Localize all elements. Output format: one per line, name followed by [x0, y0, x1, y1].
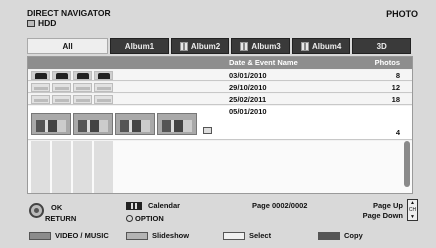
photo-thumbnail — [52, 95, 71, 104]
photo-thumbnail — [31, 83, 50, 92]
green-button-swatch — [126, 231, 148, 240]
button-label: VIDEO / MUSIC — [55, 231, 109, 240]
return-label: RETURN — [45, 214, 77, 223]
photo-thumbnail — [115, 113, 155, 135]
mode-label: PHOTO — [386, 9, 418, 19]
album-icon — [179, 41, 188, 51]
album-icon — [300, 41, 309, 51]
photo-thumbnail — [73, 95, 92, 104]
tab-label: All — [62, 41, 73, 51]
drive-label: HDD — [38, 18, 57, 28]
event-folder-icon — [203, 127, 212, 134]
empty-thumbnail-slots — [28, 141, 118, 193]
button-label: Select — [249, 231, 272, 240]
option-label: OPTION — [135, 214, 164, 223]
empty-list-area — [28, 141, 412, 193]
photo-thumbnail — [157, 113, 197, 135]
list-scrollbar[interactable] — [404, 141, 410, 187]
photo-thumbnail — [73, 71, 92, 80]
hdd-icon — [27, 19, 35, 27]
empty-slot — [31, 141, 50, 193]
button-label: Slideshow — [152, 231, 190, 240]
red-button-swatch — [29, 231, 51, 240]
event-date: 25/02/2011 — [229, 95, 267, 104]
photo-thumbnail — [31, 95, 50, 104]
event-date: 05/01/2010 — [229, 107, 267, 116]
tab-label: 3D — [376, 41, 387, 51]
tab-label: Album4 — [311, 41, 342, 51]
page-up-label: Page Up — [372, 201, 403, 210]
photo-count: 8 — [395, 71, 400, 80]
tab-all[interactable]: All — [27, 38, 109, 54]
photo-count: 18 — [391, 95, 400, 104]
list-item[interactable]: 25/02/2011 18 — [28, 94, 412, 105]
empty-slot — [73, 141, 92, 193]
list-item[interactable]: 29/10/2010 12 — [28, 82, 412, 93]
tab-label: Album1 — [124, 41, 155, 51]
column-date-header: Date & Event Name — [229, 58, 298, 67]
tab-3d[interactable]: 3D — [352, 38, 411, 54]
album-icon — [240, 41, 249, 51]
tab-album4[interactable]: Album4 — [291, 38, 351, 54]
photo-count: 12 — [391, 83, 400, 92]
direct-navigator-screen: DIRECT NAVIGATOR HDD PHOTO All Album1 Al… — [0, 0, 436, 248]
photo-thumbnail — [31, 113, 71, 135]
page-down-label: Page Down — [362, 211, 403, 220]
navigation-dial-icon — [29, 203, 44, 218]
button-label: Copy — [344, 231, 363, 240]
list-item-selected[interactable]: 05/01/2010 4 — [28, 106, 412, 140]
down-arrow-icon: ▼ — [410, 214, 415, 220]
list-item[interactable]: 03/01/2010 8 — [28, 70, 412, 81]
column-photos-header: Photos — [374, 58, 400, 67]
photo-thumbnail — [94, 71, 113, 80]
page-indicator: Page 0002/0002 — [252, 201, 308, 210]
slideshow-button[interactable]: Slideshow — [126, 231, 189, 240]
option-hint: OPTION — [126, 214, 164, 223]
tab-album2[interactable]: Album2 — [170, 38, 230, 54]
blue-button-swatch — [318, 231, 340, 240]
photo-thumbnail — [73, 83, 92, 92]
calendar-button-icon — [126, 202, 142, 210]
video-music-button[interactable]: VIDEO / MUSIC — [29, 231, 109, 240]
thumbnail-strip — [31, 113, 197, 135]
return-hint: RETURN — [45, 214, 76, 223]
tab-label: Album3 — [251, 41, 281, 51]
copy-button[interactable]: Copy — [318, 231, 363, 240]
empty-slot — [52, 141, 71, 193]
list-header: Date & Event Name Photos — [28, 57, 412, 69]
event-list: Date & Event Name Photos 03/01/2010 8 29… — [27, 56, 413, 194]
photo-thumbnail — [94, 95, 113, 104]
up-arrow-icon: ▲ — [410, 200, 415, 206]
option-circle-icon — [126, 215, 133, 222]
empty-slot — [94, 141, 113, 193]
calendar-label: Calendar — [148, 201, 181, 210]
photo-thumbnail — [52, 71, 71, 80]
thumbnail-strip — [31, 95, 113, 104]
photo-thumbnail — [52, 83, 71, 92]
photo-thumbnail — [31, 71, 50, 80]
ch-label: CH — [408, 207, 417, 213]
yellow-button-swatch — [223, 231, 245, 240]
photo-count: 4 — [395, 128, 400, 137]
channel-updown-icon: ▲ CH ▼ — [407, 199, 418, 221]
event-date: 29/10/2010 — [229, 83, 267, 92]
select-button[interactable]: Select — [223, 231, 271, 240]
drive-indicator: HDD — [27, 18, 56, 28]
thumbnail-strip — [31, 83, 113, 92]
photo-thumbnail — [94, 83, 113, 92]
screen-title: DIRECT NAVIGATOR — [27, 8, 111, 18]
album-tabs: All Album1 Album2 Album3 Album4 3D — [27, 38, 411, 54]
thumbnail-strip — [31, 71, 113, 80]
tab-label: Album2 — [190, 41, 221, 51]
photo-thumbnail — [73, 113, 113, 135]
tab-album3[interactable]: Album3 — [231, 38, 290, 54]
ok-label: OK — [51, 203, 63, 212]
tab-album1[interactable]: Album1 — [110, 38, 169, 54]
event-date: 03/01/2010 — [229, 71, 267, 80]
